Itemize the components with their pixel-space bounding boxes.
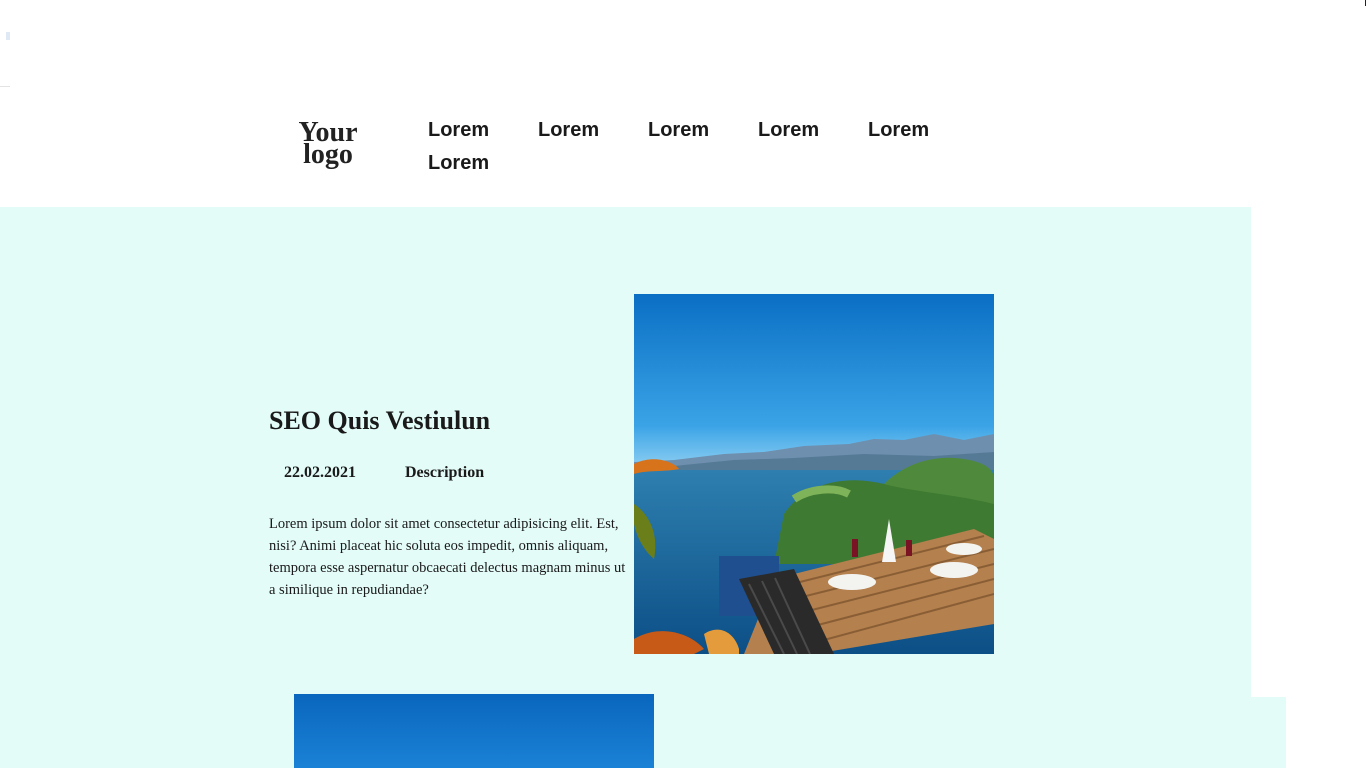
decorative-divider [0, 86, 10, 87]
main-nav: Lorem Lorem Lorem Lorem LoremLorem [428, 118, 988, 184]
nav-item[interactable]: Lorem [538, 118, 648, 151]
nav-item[interactable]: Lorem [758, 118, 868, 151]
post-title: SEO Quis Vestiulun [269, 406, 491, 435]
post-body-text: Lorem ipsum dolor sit amet consectetur a… [269, 516, 626, 598]
seaside-terrace-photo-icon [634, 294, 994, 654]
post-description-label: Description [405, 464, 485, 481]
featured-post-section [0, 207, 1251, 697]
nav-item[interactable]: Lorem [428, 151, 538, 184]
nav-item[interactable]: Lorem [868, 118, 978, 151]
nav-item[interactable]: Lorem [648, 118, 758, 151]
decorative-mark [6, 32, 10, 40]
sky-photo-icon [294, 694, 654, 768]
logo-line: logo [303, 139, 353, 170]
photo-graphic [294, 694, 654, 768]
photo-graphic [634, 294, 994, 654]
post-date: 22.02.2021 [284, 464, 356, 481]
nav-item[interactable]: Lorem [428, 118, 538, 151]
logo[interactable]: Your logo [296, 119, 360, 170]
